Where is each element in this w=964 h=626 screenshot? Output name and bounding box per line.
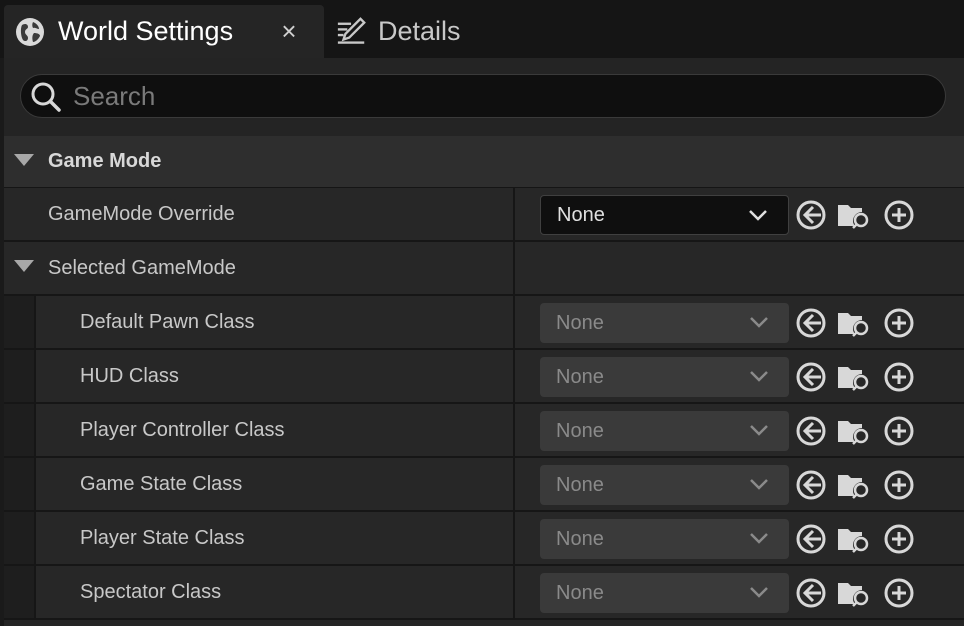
dropdown-value: None	[556, 419, 604, 442]
browse-asset-icon[interactable]	[836, 468, 870, 502]
dropdown-value: None	[557, 203, 605, 226]
tab-label: Details	[378, 16, 461, 46]
gamemode-override-dropdown[interactable]: None	[540, 195, 789, 235]
property-label: Default Pawn Class	[80, 310, 255, 333]
add-new-icon[interactable]	[882, 468, 916, 502]
add-new-icon[interactable]	[882, 414, 916, 448]
property-name-cell: Selected GameMode	[4, 242, 515, 294]
chevron-down-icon	[750, 317, 768, 328]
property-label: GameMode Override	[48, 202, 235, 225]
class-dropdown[interactable]: None	[540, 519, 789, 559]
property-name-cell: Default Pawn Class	[4, 296, 515, 348]
property-label: Game State Class	[80, 472, 243, 495]
browse-asset-icon[interactable]	[836, 414, 870, 448]
class-dropdown[interactable]: None	[540, 573, 789, 613]
class-dropdown[interactable]: None	[540, 303, 789, 343]
chevron-down-icon	[750, 587, 768, 598]
add-new-icon[interactable]	[882, 306, 916, 340]
globe-icon	[14, 16, 46, 48]
property-label: Player Controller Class	[80, 418, 285, 441]
chevron-down-icon	[750, 533, 768, 544]
chevron-down-icon	[750, 479, 768, 490]
property-row: Player Controller Class None	[4, 404, 964, 458]
browse-asset-icon[interactable]	[836, 360, 870, 394]
browse-asset-icon[interactable]	[836, 306, 870, 340]
browse-asset-icon[interactable]	[836, 198, 870, 232]
property-name-cell: Game State Class	[4, 458, 515, 510]
property-group-label: Selected GameMode	[48, 256, 236, 279]
dropdown-value: None	[556, 473, 604, 496]
property-label: Spectator Class	[80, 580, 222, 603]
property-row: Spectator Class None	[4, 566, 964, 620]
property-name-cell: Spectator Class	[4, 566, 515, 618]
chevron-down-icon	[749, 210, 767, 221]
tab-details[interactable]: Details	[330, 5, 530, 58]
search-input[interactable]	[73, 75, 923, 117]
property-name-cell: Player Controller Class	[4, 404, 515, 456]
search-icon	[29, 80, 63, 114]
search-bar	[4, 58, 964, 136]
property-name-cell: Player State Class	[4, 512, 515, 564]
property-label: Player State Class	[80, 526, 245, 549]
use-selected-icon[interactable]	[794, 414, 828, 448]
category-game-mode[interactable]: Game Mode	[4, 136, 964, 188]
dropdown-value: None	[556, 581, 604, 604]
use-selected-icon[interactable]	[794, 306, 828, 340]
property-label: HUD Class	[80, 364, 179, 387]
tab-label: World Settings	[58, 16, 234, 46]
use-selected-icon[interactable]	[794, 468, 828, 502]
use-selected-icon[interactable]	[794, 360, 828, 394]
details-panel: Game Mode GameMode Override None Selecte…	[4, 58, 964, 626]
class-dropdown[interactable]: None	[540, 465, 789, 505]
dropdown-value: None	[556, 527, 604, 550]
property-name-cell: GameMode Override	[4, 188, 515, 240]
category-label: Game Mode	[48, 150, 162, 172]
expand-arrow-icon[interactable]	[14, 259, 34, 277]
chevron-down-icon	[750, 371, 768, 382]
class-dropdown[interactable]: None	[540, 357, 789, 397]
expand-arrow-icon[interactable]	[14, 153, 34, 171]
use-selected-icon[interactable]	[794, 198, 828, 232]
add-new-icon[interactable]	[882, 522, 916, 556]
use-selected-icon[interactable]	[794, 576, 828, 610]
tab-bar: World Settings × Details	[0, 0, 964, 58]
chevron-down-icon	[750, 425, 768, 436]
browse-asset-icon[interactable]	[836, 522, 870, 556]
property-row: Default Pawn Class None	[4, 296, 964, 350]
property-group-selected-gamemode[interactable]: Selected GameMode	[4, 242, 964, 296]
property-row: HUD Class None	[4, 350, 964, 404]
close-tab-button[interactable]: ×	[274, 14, 304, 48]
add-new-icon[interactable]	[882, 576, 916, 610]
browse-asset-icon[interactable]	[836, 576, 870, 610]
tab-world-settings[interactable]: World Settings ×	[4, 5, 324, 58]
use-selected-icon[interactable]	[794, 522, 828, 556]
dropdown-value: None	[556, 365, 604, 388]
property-row: Game State Class None	[4, 458, 964, 512]
add-new-icon[interactable]	[882, 360, 916, 394]
search-box[interactable]	[20, 74, 946, 118]
property-row: Player State Class None	[4, 512, 964, 566]
property-row-gamemode-override: GameMode Override None	[4, 188, 964, 242]
dropdown-value: None	[556, 311, 604, 334]
details-edit-icon	[336, 16, 368, 48]
property-name-cell: HUD Class	[4, 350, 515, 402]
add-new-icon[interactable]	[882, 198, 916, 232]
class-dropdown[interactable]: None	[540, 411, 789, 451]
